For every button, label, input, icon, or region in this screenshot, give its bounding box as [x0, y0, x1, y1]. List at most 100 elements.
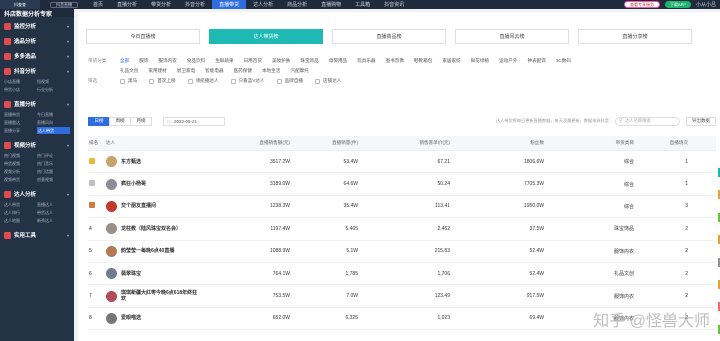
sidebar-item[interactable]: 达人带货	[37, 127, 70, 134]
search-input[interactable]: 达人名称搜索	[615, 116, 680, 126]
category-option[interactable]: 美妆护肤	[272, 58, 290, 64]
filter-checkbox[interactable]: 首次上榜	[149, 78, 176, 84]
category-option[interactable]: 医药保健	[234, 68, 252, 74]
category-option[interactable]: 玩具乐器	[357, 58, 375, 64]
rank-tab[interactable]: 今日直播榜	[86, 29, 200, 44]
top-nav-item[interactable]: 工具箱	[348, 0, 377, 9]
sidebar-group-header[interactable]: 监控分析 ▾	[0, 20, 74, 32]
sidebar-group-header[interactable]: 选品分析 ▾	[0, 35, 74, 47]
sidebar-item[interactable]: 直播雷达	[4, 119, 37, 126]
influencer-name[interactable]: 琪琪新疆大红枣今晚6点618年终狂欢	[121, 290, 201, 302]
sidebar-item[interactable]: 短视频	[37, 78, 70, 85]
category-option[interactable]: 本地生活	[262, 68, 280, 74]
period-button[interactable]: 周榜	[109, 116, 131, 126]
sidebar-item[interactable]: 热门音乐	[37, 160, 70, 167]
rank-tab[interactable]: 达人带货榜	[209, 29, 323, 44]
top-nav-item[interactable]: 直播购物	[314, 0, 348, 9]
influencer-name[interactable]: 交个朋友直播间	[121, 203, 156, 209]
sidebar-item[interactable]: 热门评论	[37, 152, 70, 159]
category-option[interactable]: 珠宝饰品	[300, 58, 318, 64]
sidebar-item[interactable]: 达人排行	[4, 209, 37, 216]
influencer-cell[interactable]: 东方甄选	[106, 156, 208, 168]
influencer-name[interactable]: 东方甄选	[121, 159, 141, 165]
table-row[interactable]: 5 韵莹莹一每晚6点40直播 1088.9W 5.1W 215.83 52.4W 服饰内衣 2	[88, 241, 716, 263]
category-option[interactable]: 家居家纺	[442, 58, 460, 64]
checkbox-box[interactable]	[120, 78, 125, 84]
influencer-name[interactable]: 翡翠珠宝	[121, 271, 141, 277]
top-nav-item[interactable]: 商品分析	[280, 0, 314, 9]
top-nav-item[interactable]: 带货分析	[144, 0, 178, 9]
table-row[interactable]: 7 琪琪新疆大红枣今晚6点618年终狂欢 753.5W 7.0W 123.49 917.5…	[88, 285, 716, 308]
sidebar-item[interactable]: 小店直播	[4, 78, 37, 85]
filter-checkbox[interactable]: 只看蓝V达人	[230, 78, 265, 84]
column-header[interactable]: 直播场次	[634, 140, 716, 146]
category-option[interactable]: 服饰	[139, 58, 148, 64]
table-row[interactable]: 交个朋友直播间 1238.3W 35.4W 113.41 1950.0W 综合 3	[88, 196, 716, 219]
rank-tab[interactable]: 直播分享榜	[578, 29, 692, 44]
category-option[interactable]: 汽配摩托	[290, 68, 308, 74]
category-option[interactable]: 钟表配饰	[527, 58, 545, 64]
top-nav-item[interactable]: 直播分析	[110, 0, 144, 9]
influencer-cell[interactable]: 龙柱教（陆风珠宝双名会）	[106, 223, 208, 235]
download-app-button[interactable]: 下载APP	[664, 1, 691, 8]
table-row[interactable]: 6 翡翠珠宝 764.1W 1,785 1,706 52.4W 礼品文创 2	[88, 263, 716, 286]
sidebar-item[interactable]: 达人地图	[4, 217, 37, 224]
sidebar-item[interactable]: 行业分析	[37, 86, 70, 93]
period-button[interactable]: 月榜	[130, 116, 152, 126]
influencer-name[interactable]: 龙柱教（陆风珠宝双名会）	[121, 226, 181, 232]
column-header[interactable]: 销售客单价(元)	[358, 140, 450, 146]
category-option[interactable]: 服饰内衣	[158, 58, 176, 64]
checkbox-box[interactable]	[187, 78, 193, 84]
filter-checkbox[interactable]: 品牌自播	[276, 78, 303, 84]
table-row[interactable]: 疯狂小杨哥 3189.0W 64.6W 50.24 7705.3W 综合 1	[88, 173, 716, 196]
filter-checkbox[interactable]: 领航播达人	[187, 78, 219, 84]
category-option[interactable]: 3C数码	[556, 58, 571, 64]
checkbox-box[interactable]	[276, 78, 282, 84]
export-button[interactable]: 导出数据	[686, 116, 716, 126]
category-option[interactable]: 图书音像	[386, 58, 404, 64]
category-option[interactable]: 全部	[120, 58, 129, 64]
checkbox-box[interactable]	[230, 78, 236, 84]
sidebar-item[interactable]: 直播达人	[37, 201, 70, 208]
table-row[interactable]: 东方甄选 3517.2W 53.4W 67.21 1806.6W 综合 1	[88, 151, 716, 174]
filter-checkbox[interactable]: 黑马	[120, 78, 137, 84]
column-header[interactable]: 直播销售额(元)	[208, 140, 290, 146]
sidebar-item[interactable]: 直播风向	[37, 119, 70, 126]
sidebar-item[interactable]: 带货达人	[37, 209, 70, 216]
category-option[interactable]: 鲜花绿植	[471, 58, 489, 64]
date-picker[interactable]: 2022-05-21	[163, 116, 225, 126]
sidebar-group-header[interactable]: 视频分析 ▾	[0, 139, 74, 151]
column-header[interactable]: 排名	[88, 140, 106, 146]
sidebar-item[interactable]: 带货视频	[4, 160, 37, 167]
filter-checkbox[interactable]: 店铺达人	[315, 78, 341, 84]
sidebar-group-header[interactable]: 抖音分析 ▾	[0, 65, 74, 77]
checkbox-box[interactable]	[315, 78, 321, 84]
sidebar-item[interactable]: 直播带货	[4, 111, 37, 118]
vip-service-button[interactable]: 查看专享服务	[623, 1, 660, 8]
influencer-cell[interactable]: 交个朋友直播间	[106, 200, 208, 212]
sidebar-item[interactable]: 今日直播	[37, 111, 70, 118]
category-option[interactable]: 鞋靴箱包	[414, 58, 432, 64]
app-logo[interactable]: 抖查查	[0, 0, 40, 9]
sidebar-item[interactable]: 创意视频	[37, 176, 70, 183]
top-nav-item[interactable]: 直播带货	[212, 0, 247, 9]
rank-tab[interactable]: 直播风云榜	[455, 29, 569, 44]
period-button[interactable]: 日榜	[88, 116, 110, 126]
category-option[interactable]: 生鲜蔬果	[215, 58, 233, 64]
category-option[interactable]: 食品饮料	[187, 58, 205, 64]
sidebar-item[interactable]: 热门话题	[37, 168, 70, 175]
category-option[interactable]: 母婴用品	[329, 58, 347, 64]
sidebar-group-header[interactable]: 达人分析 ▾	[0, 188, 74, 200]
sidebar-item[interactable]: 新秀达人	[37, 217, 70, 224]
influencer-cell[interactable]: 韵莹莹一每晚6点40直播	[106, 245, 208, 257]
influencer-name[interactable]: 韵莹莹一每晚6点40直播	[121, 248, 174, 254]
column-header[interactable]: 直播销量(件)	[290, 140, 358, 146]
user-name[interactable]: 小从小吕	[696, 1, 716, 8]
influencer-cell[interactable]: 琪琪新疆大红枣今晚6点618年终狂欢	[106, 290, 208, 302]
column-header[interactable]: 粉丝数	[450, 140, 544, 146]
category-option[interactable]: 运动户外	[499, 58, 517, 64]
top-nav-item[interactable]: 抖音分析	[178, 0, 212, 9]
influencer-name[interactable]: 疯狂小杨哥	[121, 181, 146, 187]
influencer-cell[interactable]: 疯狂小杨哥	[106, 178, 208, 190]
category-option[interactable]: 日用百货	[244, 58, 262, 64]
